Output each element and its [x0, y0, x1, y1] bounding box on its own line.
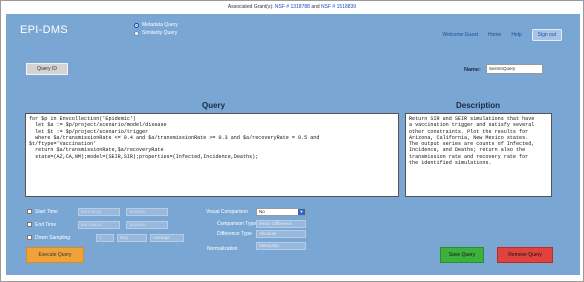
radio-label-metadata: Metadata Query	[142, 22, 178, 28]
description-heading: Description	[456, 101, 501, 110]
grant-bar: Associated Grant(s): NSF # 1318788 and N…	[1, 1, 583, 14]
start-date-input[interactable]: 2012-01-01	[78, 208, 120, 216]
window-frame: Associated Grant(s): NSF # 1318788 and N…	[0, 0, 584, 282]
end-time-input[interactable]: 12:00:00	[126, 221, 168, 229]
start-time-checkbox[interactable]	[27, 209, 32, 214]
visual-comparison-value: No	[259, 209, 265, 214]
grant-link-2[interactable]: NSF # 1518839	[321, 4, 356, 10]
radio-selected-icon[interactable]	[134, 22, 139, 28]
query-editor[interactable]: for $p in Envcollection('Epidemic') let …	[25, 113, 399, 197]
normalization-value: Meanptsp	[259, 243, 279, 248]
start-time-input[interactable]: 12:00:00	[126, 208, 168, 216]
chevron-down-icon: ▼	[298, 209, 305, 215]
description-textarea[interactable]: Return SIR and SEIR simulations that hav…	[405, 113, 552, 197]
grant-link-1[interactable]: NSF # 1318788	[275, 4, 310, 10]
execute-query-button[interactable]: Execute Query	[26, 247, 84, 263]
name-input[interactable]: SeirsInQuery	[486, 64, 543, 74]
down-sampling-method-select[interactable]: Average	[150, 234, 184, 242]
radio-metadata-query[interactable]: Metadata Query	[134, 21, 178, 29]
normalization-label: Normalization	[207, 246, 238, 252]
difference-type-select[interactable]: Absolute	[256, 230, 306, 238]
comparison-type-label: Comparison Type	[217, 221, 257, 227]
down-sampling-checkbox[interactable]	[27, 235, 32, 240]
query-heading: Query	[202, 101, 226, 110]
grant-joiner: and	[311, 4, 320, 10]
radio-unselected-icon[interactable]	[134, 30, 139, 36]
difference-type-value: Absolute	[259, 231, 277, 236]
end-time-label: End Time	[35, 222, 57, 228]
radio-similarity-query[interactable]: Similarity Query	[134, 29, 178, 37]
down-sampling-amount[interactable]: 1	[96, 234, 114, 242]
down-sampling-label: Down Sampling	[35, 235, 71, 241]
end-time-checkbox[interactable]	[27, 222, 32, 227]
visual-comparison-label: Visual Comparison	[206, 209, 248, 215]
radio-label-similarity: Similarity Query	[142, 30, 178, 36]
nav-help-link[interactable]: Help	[511, 32, 521, 38]
sign-out-button[interactable]: Sign out	[531, 29, 562, 41]
start-time-label: Start Time	[35, 209, 58, 215]
end-date-input[interactable]: 2012-08-31	[78, 221, 120, 229]
remove-query-button[interactable]: Remove Query	[497, 247, 553, 263]
down-sampling-unit-value: Day	[120, 235, 129, 240]
down-sampling-unit-select[interactable]: Day	[117, 234, 147, 242]
save-query-button[interactable]: Save Query	[440, 247, 484, 263]
normalization-select[interactable]: Meanptsp	[256, 242, 306, 250]
visual-comparison-select[interactable]: No ▼	[256, 208, 306, 216]
app-brand: EPI-DMS	[20, 24, 68, 36]
comparison-type-value: Mean Difference	[259, 221, 292, 226]
nav-home-link[interactable]: Home	[488, 32, 501, 38]
down-sampling-method-value: Average	[153, 235, 170, 240]
grant-prefix: Associated Grant(s):	[227, 4, 274, 10]
top-nav: Welcome Guest Home Help Sign out	[433, 29, 562, 41]
query-id-button[interactable]: Query ID	[26, 63, 68, 75]
difference-type-label: Difference Type	[217, 231, 252, 237]
name-label: Name:	[464, 67, 481, 73]
app-panel: EPI-DMS Metadata Query Similarity Query …	[6, 14, 580, 275]
nav-welcome: Welcome Guest	[442, 32, 478, 38]
query-type-radio-group: Metadata Query Similarity Query	[134, 21, 178, 37]
comparison-type-select[interactable]: Mean Difference	[256, 220, 306, 228]
